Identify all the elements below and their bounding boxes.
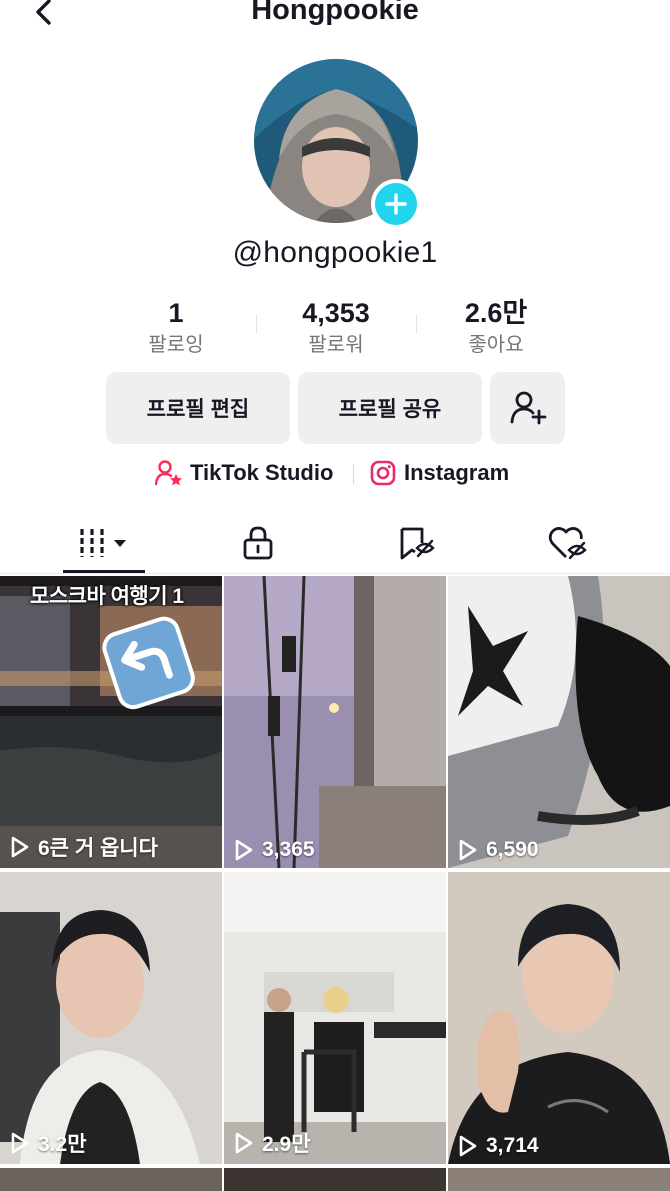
play-icon — [459, 839, 477, 861]
following-label: 팔로잉 — [148, 334, 204, 356]
play-icon — [235, 1132, 253, 1154]
view-count-text: 3.2만 — [38, 1133, 87, 1156]
view-count: 3,365 — [234, 838, 315, 862]
play-icon — [459, 1135, 477, 1157]
view-count-text: 2.9만 — [262, 1133, 311, 1156]
video-thumbnail[interactable]: 모스크바 여행기 1 6큰 거 옵니다 — [0, 576, 222, 868]
instagram-icon — [370, 460, 396, 486]
video-thumbnail[interactable] — [0, 1168, 222, 1191]
following-stat[interactable]: 1 팔로잉 — [96, 296, 256, 358]
view-count-text: 3,365 — [262, 838, 315, 861]
view-count: 3.2만 — [10, 1128, 87, 1158]
video-grid: 모스크바 여행기 1 6큰 거 옵니다 3,365 6,590 3.2만 2.9… — [0, 576, 670, 1191]
view-count: 6큰 거 옵니다 — [10, 832, 158, 862]
instagram-label: Instagram — [404, 460, 510, 485]
view-count: 2.9만 — [234, 1128, 311, 1158]
avatar-container[interactable] — [254, 59, 421, 229]
bookmark-hidden-icon — [400, 527, 435, 560]
video-thumbnail[interactable]: 6,590 — [448, 576, 670, 868]
likes-stat[interactable]: 2.6만 좋아요 — [416, 296, 576, 358]
page-title: Hongpookie — [251, 0, 419, 26]
videos-grid-icon — [80, 529, 126, 557]
tiktok-studio-link[interactable]: TikTok Studio — [154, 456, 333, 490]
video-thumbnail[interactable]: 3,714 — [448, 872, 670, 1164]
profile-links: TikTok Studio Instagram — [0, 456, 670, 490]
view-count-text: 6,590 — [486, 838, 539, 861]
video-caption: 모스크바 여행기 1 — [30, 585, 184, 608]
heart-hidden-icon — [548, 527, 587, 560]
studio-user-icon — [154, 460, 182, 486]
play-icon — [235, 839, 253, 861]
share-profile-button[interactable]: 프로필 공유 — [298, 372, 482, 444]
likes-count: 2.6만 — [464, 298, 528, 328]
video-thumbnail[interactable]: 3.2만 — [0, 872, 222, 1164]
lock-icon — [243, 526, 273, 560]
tab-liked[interactable] — [518, 512, 618, 574]
view-count-text: 6큰 거 옵니다 — [38, 837, 158, 860]
video-thumbnail[interactable]: 2.9만 — [224, 872, 446, 1164]
likes-label: 좋아요 — [468, 334, 524, 356]
stats-row: 1 팔로잉 4,353 팔로워 2.6만 좋아요 — [96, 296, 576, 360]
view-count: 3,714 — [458, 1134, 539, 1158]
active-tab-indicator — [63, 570, 145, 573]
tab-saved[interactable] — [366, 512, 466, 574]
view-count: 6,590 — [458, 838, 539, 862]
tab-private[interactable] — [208, 512, 308, 574]
instagram-link[interactable]: Instagram — [370, 456, 509, 490]
followers-label: 팔로워 — [308, 334, 364, 356]
add-story-button[interactable] — [371, 179, 421, 229]
play-icon — [11, 836, 29, 858]
video-thumbnail[interactable] — [448, 1168, 670, 1191]
following-count: 1 — [168, 298, 184, 328]
add-user-icon — [510, 391, 546, 425]
edit-profile-button[interactable]: 프로필 편집 — [106, 372, 290, 444]
tab-videos[interactable] — [54, 512, 154, 574]
content-tabs — [0, 512, 670, 574]
followers-count: 4,353 — [302, 298, 370, 328]
video-thumbnail[interactable]: 3,365 — [224, 576, 446, 868]
add-friend-button[interactable] — [490, 372, 565, 444]
video-thumbnail[interactable] — [224, 1168, 446, 1191]
tiktok-studio-label: TikTok Studio — [190, 460, 334, 485]
plus-icon — [385, 193, 407, 215]
view-count-text: 3,714 — [486, 1134, 539, 1157]
top-bar: Hongpookie — [0, 0, 670, 40]
link-divider — [353, 464, 354, 484]
followers-stat[interactable]: 4,353 팔로워 — [256, 296, 416, 358]
play-icon — [11, 1132, 29, 1154]
username: @hongpookie1 — [232, 236, 438, 269]
